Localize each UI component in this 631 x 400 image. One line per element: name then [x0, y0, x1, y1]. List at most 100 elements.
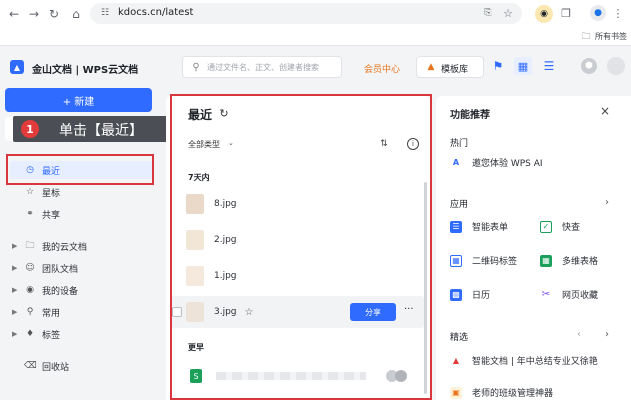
table-row[interactable]: S	[170, 360, 424, 392]
browser-toolbar: ← → ↻ ⌂ ☷ kdocs.cn/latest ⎘ ☆ ◉ ❐ ● ⋮	[0, 0, 631, 28]
template-icon: ▲	[427, 62, 435, 72]
file-name[interactable]: 1.jpg	[214, 271, 237, 281]
chevron-down-icon[interactable]: ⌄	[228, 139, 234, 147]
file-name[interactable]: 2.jpg	[214, 235, 237, 245]
star-icon[interactable]: ☆	[245, 307, 254, 318]
table-row[interactable]: 8.jpg	[170, 188, 424, 220]
search-box[interactable]: ⚲ 通过文件名、正文、创建者搜索	[182, 56, 342, 78]
sort-icon[interactable]: ⇅	[378, 138, 390, 150]
member-center-link[interactable]: 会员中心	[364, 62, 400, 75]
address-bar[interactable]: ☷ kdocs.cn/latest ⎘ ☆	[90, 3, 522, 24]
scrollbar[interactable]	[424, 182, 427, 394]
sidebar-item-starred[interactable]: ☆ 星标	[10, 183, 154, 201]
refresh-icon[interactable]: ↻	[218, 106, 230, 120]
menu-dots-icon[interactable]: ⋮	[612, 6, 624, 20]
sidebar-item-devices[interactable]: ▶ ◉ 我的设备	[10, 281, 154, 299]
sidebar-item-trash[interactable]: ⌫ 回收站	[10, 357, 154, 375]
caret-right-icon[interactable]: ▶	[12, 264, 17, 272]
sidebar-item-label: 我的设备	[42, 286, 79, 297]
new-button[interactable]: + 新建	[5, 88, 152, 112]
app-header: ▲ 金山文档 | WPS云文档 ⚲ 通过文件名、正文、创建者搜索 会员中心 ▲ …	[0, 46, 631, 88]
image-thumbnail	[186, 230, 204, 250]
url-text[interactable]: kdocs.cn/latest	[118, 7, 193, 18]
tutorial-callout: 1 单击【最近】	[13, 116, 174, 142]
all-bookmarks[interactable]: 所有书签	[595, 31, 627, 42]
reload-icon[interactable]: ↻	[46, 6, 62, 22]
caret-right-icon[interactable]: ▶	[12, 242, 17, 250]
panel-title: 功能推荐	[450, 110, 490, 121]
file-name[interactable]: 3.jpg	[214, 307, 237, 317]
sidebar-item-recent[interactable]: ◷ 最近	[10, 161, 154, 179]
app-multidim-table[interactable]: ▦ 多维表格	[540, 254, 598, 267]
back-icon[interactable]: ←	[6, 6, 22, 22]
bookmark-bar: 🗀 所有书签	[0, 28, 631, 46]
more-options-icon[interactable]: ···	[404, 304, 414, 315]
logo-text[interactable]: 金山文档 | WPS云文档	[32, 61, 138, 76]
site-info-icon[interactable]: ☷	[99, 7, 111, 19]
sidebar-item-tags[interactable]: ▶ ♦ 标签	[10, 325, 154, 343]
template-library-button[interactable]: ▲ 模板库	[416, 56, 484, 78]
sidebar-item-label: 常用	[42, 308, 61, 319]
search-placeholder[interactable]: 通过文件名、正文、创建者搜索	[207, 62, 319, 73]
list-view-icon[interactable]: ☰	[541, 58, 557, 74]
quick-check-icon: ✓	[540, 220, 552, 233]
kdocs-app: ▲ 金山文档 | WPS云文档 ⚲ 通过文件名、正文、创建者搜索 会员中心 ▲ …	[0, 46, 631, 400]
app-quick-check[interactable]: ✓ 快查	[540, 220, 580, 233]
pick-label: 老师的班级管理神器	[472, 389, 554, 399]
home-icon[interactable]: ⌂	[68, 6, 84, 22]
sidebar-item-shared[interactable]: ⚭ 共享	[10, 205, 154, 223]
chevron-right-icon[interactable]: ›	[602, 196, 612, 208]
app-label: 快查	[562, 223, 581, 233]
file-name[interactable]: 8.jpg	[214, 199, 237, 209]
step-number-badge: 1	[21, 120, 39, 138]
page-title: 最近	[188, 108, 213, 122]
section-picks: 精选	[450, 333, 469, 343]
profile-icon[interactable]: ●	[590, 5, 606, 21]
trash-icon: ⌫	[24, 361, 37, 371]
forward-icon[interactable]: →	[26, 6, 42, 22]
share-button[interactable]: 分享	[350, 303, 396, 321]
type-filter-label[interactable]: 全部类型	[188, 139, 220, 150]
app-smart-form[interactable]: ☰ 智能表单	[450, 220, 508, 233]
grid-view-icon[interactable]: ▦	[514, 57, 532, 75]
scissors-icon: ✂	[540, 288, 552, 301]
sidebar: + 新建 1 单击【最近】 ◷ 最近 ☆ 星标 ⚭ 共享 ▶ 🗀 我的云文档 ▶…	[0, 88, 174, 400]
close-icon[interactable]: ×	[598, 104, 612, 118]
pick-item[interactable]: ▣ 老师的班级管理神器	[450, 386, 553, 399]
flame-icon: ▲	[450, 354, 462, 367]
bell-icon[interactable]: ⚑	[490, 58, 506, 74]
app-calendar[interactable]: ▩ 日历	[450, 288, 490, 301]
sidebar-item-label: 回收站	[42, 362, 70, 373]
chevron-left-icon[interactable]: ‹	[574, 328, 584, 340]
hot-item-wps-ai[interactable]: A 邀您体验 WPS AI	[450, 156, 543, 169]
caret-right-icon[interactable]: ▶	[12, 286, 17, 294]
puzzle-icon[interactable]: ❐	[558, 5, 574, 21]
app-qr-label[interactable]: ▦ 二维码标签	[450, 254, 517, 267]
row-checkbox[interactable]	[172, 307, 182, 317]
pick-item[interactable]: ▲ 智能文档 | 年中总结专业又徐艳	[450, 354, 598, 367]
caret-right-icon[interactable]: ▶	[12, 330, 17, 338]
feature-recommendations-panel: 功能推荐 × 热门 A 邀您体验 WPS AI 应用 › ☰ 智能表单 ✓ 快查…	[436, 96, 631, 400]
extension-icon[interactable]: ◉	[535, 5, 553, 23]
table-row[interactable]: 1.jpg	[170, 260, 424, 292]
sidebar-item-my-cloud[interactable]: ▶ 🗀 我的云文档	[10, 237, 154, 255]
kdocs-logo-icon: ▲	[10, 60, 24, 74]
caret-right-icon[interactable]: ▶	[12, 308, 17, 316]
calendar-icon: ▩	[450, 288, 462, 301]
install-app-icon[interactable]: ⎘	[482, 7, 494, 19]
chevron-right-icon[interactable]: ›	[602, 328, 612, 340]
avatar[interactable]	[607, 57, 625, 75]
hot-item-label: 邀您体验 WPS AI	[472, 159, 543, 169]
app-label: 网页收藏	[562, 291, 599, 301]
wps-ai-icon: A	[450, 156, 462, 169]
table-row-hovered[interactable]: 3.jpg ☆ 分享 ···	[170, 296, 424, 328]
info-icon[interactable]: i	[407, 138, 419, 150]
bookmark-star-icon[interactable]: ☆	[502, 6, 514, 20]
table-row[interactable]: 2.jpg	[170, 224, 424, 256]
app-icon[interactable]: ⬢	[581, 58, 597, 74]
group-heading-earlier: 更早	[188, 343, 204, 352]
app-web-favorites[interactable]: ✂ 网页收藏	[540, 288, 598, 301]
sidebar-item-frequent[interactable]: ▶ ⚲ 常用	[10, 303, 154, 321]
recent-files-panel: 最近 ↻ 全部类型 ⌄ ⇅ i 7天内 8.jpg 2.jpg 1.jpg 3.…	[166, 96, 430, 400]
sidebar-item-team[interactable]: ▶ ☺ 团队文档	[10, 259, 154, 277]
